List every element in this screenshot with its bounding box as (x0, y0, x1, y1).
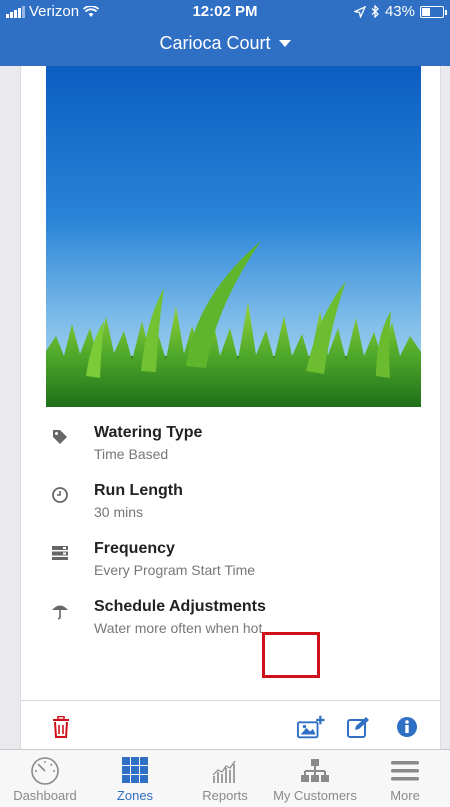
tab-zones[interactable]: Zones (90, 750, 180, 807)
info-button[interactable] (393, 713, 421, 741)
detail-title: Run Length (94, 482, 183, 499)
controller-name: Carioca Court (159, 33, 271, 53)
trash-icon (53, 716, 69, 738)
location-arrow-icon (353, 5, 366, 18)
edit-button[interactable] (345, 713, 373, 741)
battery-fill (422, 7, 431, 16)
zone-photo (46, 66, 421, 407)
grass-illustration (46, 241, 421, 407)
detail-schedule-adjustments: Schedule Adjustments Water more often wh… (21, 598, 440, 648)
gauge-icon (31, 757, 59, 785)
tab-more[interactable]: More (360, 750, 450, 807)
highlight-box (262, 632, 320, 678)
delete-button[interactable] (47, 713, 75, 741)
add-photo-icon (297, 715, 325, 739)
org-chart-icon (301, 759, 329, 782)
edit-icon (347, 717, 369, 738)
frequency-icon (52, 546, 68, 560)
chart-icon (212, 760, 236, 783)
zone-action-bar (21, 700, 440, 752)
detail-frequency: Frequency Every Program Start Time (21, 540, 440, 590)
bluetooth-icon (371, 5, 379, 18)
controller-selector[interactable]: Carioca Court (159, 33, 291, 54)
detail-value: Time Based (94, 446, 169, 462)
tab-label: Reports (202, 788, 248, 803)
battery-percent: 43% (384, 3, 415, 20)
add-photo-button[interactable] (297, 713, 325, 741)
tab-bar: Dashboard Zones Reports My Customers Mor… (0, 749, 450, 807)
detail-value: Every Program Start Time (94, 562, 256, 578)
detail-run-length: Run Length 30 mins (21, 482, 440, 532)
zone-card: Watering Type Time Based Run Length 30 m… (20, 66, 441, 753)
info-icon (397, 717, 417, 737)
menu-icon (391, 761, 419, 781)
tab-label: Dashboard (13, 788, 77, 803)
grid-icon (122, 757, 148, 783)
detail-watering-type: Watering Type Time Based (21, 424, 440, 474)
tab-label: More (390, 788, 420, 803)
detail-title: Watering Type (94, 424, 203, 441)
detail-value: Water more often when hot (94, 620, 263, 636)
status-bar: Verizon 12:02 PM 43% (0, 0, 450, 22)
tag-icon (53, 430, 67, 444)
tab-label: My Customers (273, 788, 357, 803)
chevron-down-icon (278, 40, 291, 47)
tab-reports[interactable]: Reports (180, 750, 270, 807)
status-right: 43% (353, 3, 447, 20)
clock-icon (52, 487, 68, 503)
battery-icon (420, 5, 447, 18)
umbrella-icon (52, 605, 68, 620)
detail-value: 30 mins (94, 504, 144, 520)
tab-label: Zones (116, 788, 154, 803)
nav-bar: Carioca Court (0, 22, 450, 66)
detail-title: Frequency (94, 540, 175, 557)
tab-dashboard[interactable]: Dashboard (0, 750, 90, 807)
detail-title: Schedule Adjustments (94, 598, 266, 615)
tab-my-customers[interactable]: My Customers (270, 750, 360, 807)
